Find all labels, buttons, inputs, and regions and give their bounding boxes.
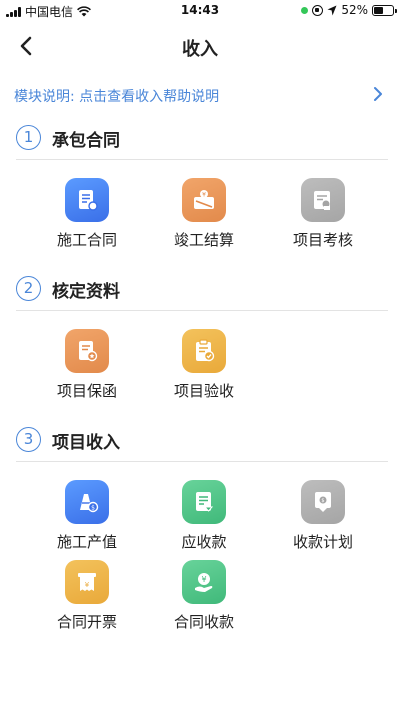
- battery-icon: [372, 4, 397, 16]
- payment-received-icon: ¥: [182, 560, 226, 604]
- tile-label: 应收款: [181, 533, 227, 551]
- battery-percent: 52%: [341, 3, 368, 17]
- guarantee-letter-icon: [65, 329, 109, 373]
- acceptance-clipboard-icon: [182, 329, 226, 373]
- page-title: 收入: [182, 39, 218, 60]
- section-header-approval: 2 核定资料: [16, 271, 388, 311]
- receivable-document-icon: [182, 480, 226, 524]
- status-bar: 中国电信 14:43 52%: [0, 0, 400, 20]
- tile-construction-contract[interactable]: 施工合同: [27, 178, 147, 258]
- chevron-right-icon: [374, 87, 382, 101]
- section-number: 3: [16, 427, 41, 452]
- svg-text:¥: ¥: [201, 575, 206, 584]
- section-header-contract: 1 承包合同: [16, 120, 388, 160]
- section-number: 1: [16, 125, 41, 150]
- section-title: 项目收入: [52, 433, 120, 453]
- tile-label: 项目验收: [173, 382, 234, 400]
- tile-label: 施工合同: [56, 231, 117, 249]
- collection-plan-icon: $: [301, 480, 345, 524]
- svg-text:¥: ¥: [85, 581, 90, 589]
- section-title: 承包合同: [52, 131, 120, 151]
- section-number: 2: [16, 276, 41, 301]
- tile-label: 项目保函: [56, 382, 117, 400]
- tile-label: 合同收款: [173, 613, 234, 631]
- assessment-certificate-icon: [301, 178, 345, 222]
- tile-receivables[interactable]: 应收款: [144, 480, 264, 560]
- orientation-lock-icon: [312, 4, 324, 16]
- tile-label: 合同开票: [56, 613, 117, 631]
- section-title: 核定资料: [52, 282, 120, 302]
- location-arrow-icon: [327, 5, 337, 15]
- svg-text:$: $: [321, 498, 324, 504]
- tile-label: 项目考核: [292, 231, 353, 249]
- tile-label: 施工产值: [56, 533, 117, 551]
- svg-text:$: $: [91, 505, 95, 512]
- invoice-icon: ¥: [65, 560, 109, 604]
- nav-bar: 收入: [0, 24, 400, 68]
- tile-project-acceptance[interactable]: 项目验收: [144, 329, 264, 409]
- tile-contract-invoicing[interactable]: ¥ 合同开票: [27, 560, 147, 640]
- tile-construction-output[interactable]: $ 施工产值: [27, 480, 147, 560]
- status-right: 52%: [301, 3, 397, 17]
- contract-document-icon: [65, 178, 109, 222]
- tile-contract-payment[interactable]: ¥ 合同收款: [144, 560, 264, 640]
- svg-text:¥: ¥: [202, 192, 206, 199]
- output-value-icon: $: [65, 480, 109, 524]
- tile-project-guarantee[interactable]: 项目保函: [27, 329, 147, 409]
- section-header-revenue: 3 项目收入: [16, 422, 388, 462]
- help-text: 模块说明: 点击查看收入帮助说明: [14, 89, 220, 105]
- tile-collection-plan[interactable]: $ 收款计划: [263, 480, 383, 560]
- tile-project-assessment[interactable]: 项目考核: [263, 178, 383, 258]
- settlement-box-icon: ¥: [182, 178, 226, 222]
- tile-label: 收款计划: [292, 533, 353, 551]
- battery-level: [374, 6, 384, 14]
- tile-label: 竣工结算: [173, 231, 234, 249]
- active-indicator-icon: [301, 6, 309, 14]
- help-link[interactable]: 模块说明: 点击查看收入帮助说明: [0, 82, 400, 108]
- tile-completion-settlement[interactable]: ¥ 竣工结算: [144, 178, 264, 258]
